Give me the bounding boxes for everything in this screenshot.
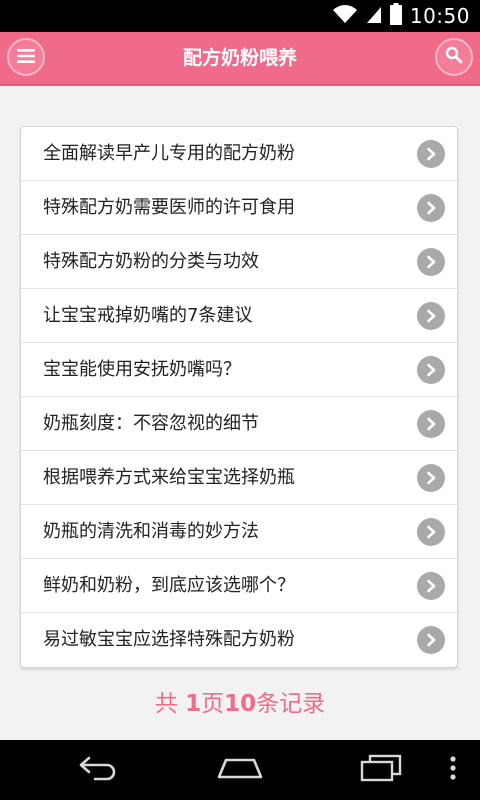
chevron-right-icon [417, 302, 445, 330]
home-icon [216, 756, 264, 784]
list-item[interactable]: 特殊配方奶需要医师的许可食用 [21, 181, 457, 235]
list-item[interactable]: 特殊配方奶粉的分类与功效 [21, 235, 457, 289]
battery-icon [389, 3, 402, 29]
list-item-title: 特殊配方奶粉的分类与功效 [43, 251, 259, 272]
clock: 10:50 [409, 4, 470, 28]
list-item[interactable]: 让宝宝戒掉奶嘴的7条建议 [21, 289, 457, 343]
list-item-title: 全面解读早产儿专用的配方奶粉 [43, 143, 295, 164]
wifi-icon [332, 4, 358, 28]
list-item-title: 奶瓶刻度：不容忽视的细节 [43, 413, 259, 434]
record-unit: 条记录 [256, 691, 326, 717]
home-button[interactable] [215, 752, 265, 788]
overflow-menu-button[interactable] [438, 752, 468, 788]
article-list: 全面解读早产儿专用的配方奶粉 特殊配方奶需要医师的许可食用 特殊配方奶粉的分类与… [20, 126, 458, 668]
list-item-title: 鲜奶和奶粉，到底应该选哪个？ [43, 575, 295, 596]
chevron-right-icon [417, 626, 445, 654]
chevron-right-icon [417, 194, 445, 222]
list-item-title: 特殊配方奶需要医师的许可食用 [43, 197, 295, 218]
chevron-right-icon [417, 140, 445, 168]
signal-icon [366, 4, 382, 28]
chevron-right-icon [417, 464, 445, 492]
list-item[interactable]: 奶瓶刻度：不容忽视的细节 [21, 397, 457, 451]
list-item-title: 根据喂养方式来给宝宝选择奶瓶 [43, 467, 295, 488]
list-item[interactable]: 全面解读早产儿专用的配方奶粉 [21, 127, 457, 181]
back-icon [77, 755, 123, 785]
list-item-title: 奶瓶的清洗和消毒的妙方法 [43, 521, 259, 542]
list-item[interactable]: 奶瓶的清洗和消毒的妙方法 [21, 505, 457, 559]
navigation-bar [0, 740, 480, 800]
list-item-title: 易过敏宝宝应选择特殊配方奶粉 [43, 629, 295, 650]
search-button[interactable] [435, 38, 473, 76]
chevron-right-icon [417, 356, 445, 384]
recent-apps-icon [358, 754, 404, 786]
overflow-menu-icon [449, 755, 457, 785]
page-unit: 页 [201, 691, 225, 717]
search-icon [445, 46, 463, 68]
recent-apps-button[interactable] [356, 752, 406, 788]
page-count: 1 [185, 691, 202, 717]
chevron-right-icon [417, 572, 445, 600]
record-count: 共 1页10条记录 [0, 684, 480, 718]
page-title: 配方奶粉喂养 [182, 47, 297, 69]
screen: 10:50 配方奶粉喂养 全面解读早产儿专用的配方奶粉 特殊配方奶需要医师的许可… [0, 0, 480, 800]
list-item[interactable]: 易过敏宝宝应选择特殊配方奶粉 [21, 613, 457, 667]
chevron-right-icon [417, 248, 445, 276]
back-button[interactable] [75, 752, 125, 788]
chevron-right-icon [417, 518, 445, 546]
list-item[interactable]: 鲜奶和奶粉，到底应该选哪个？ [21, 559, 457, 613]
record-total: 10 [224, 691, 257, 717]
status-icons: 10:50 [332, 0, 470, 32]
list-item[interactable]: 根据喂养方式来给宝宝选择奶瓶 [21, 451, 457, 505]
record-count-prefix: 共 [154, 691, 186, 717]
content-area: 全面解读早产儿专用的配方奶粉 特殊配方奶需要医师的许可食用 特殊配方奶粉的分类与… [0, 86, 480, 740]
app-header: 配方奶粉喂养 [0, 32, 480, 86]
list-item-title: 宝宝能使用安抚奶嘴吗？ [43, 359, 241, 380]
chevron-right-icon [417, 410, 445, 438]
list-item-title: 让宝宝戒掉奶嘴的7条建议 [43, 305, 253, 326]
status-bar: 10:50 [0, 0, 480, 32]
list-item[interactable]: 宝宝能使用安抚奶嘴吗？ [21, 343, 457, 397]
